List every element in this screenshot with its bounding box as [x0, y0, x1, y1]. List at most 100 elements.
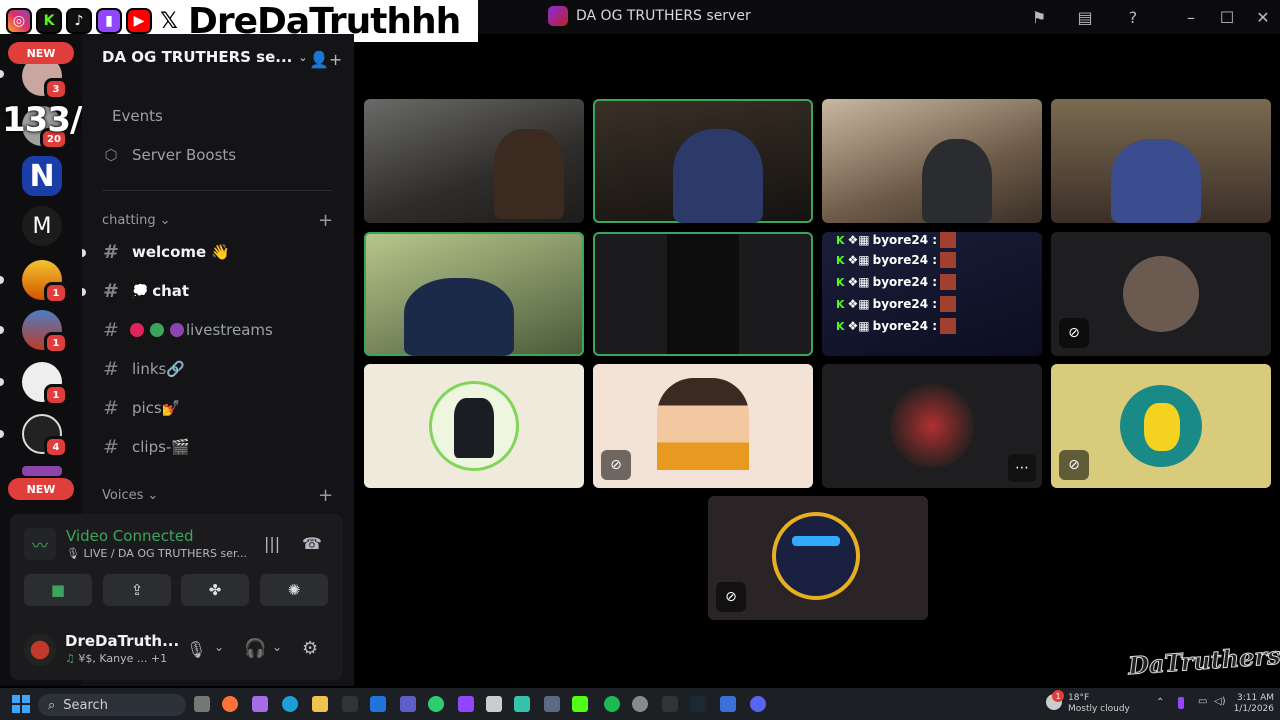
microphone-icon[interactable]: 🎙: [186, 640, 206, 659]
app-icon[interactable]: [544, 696, 560, 712]
clock[interactable]: 3:11 AM 1/1/2026: [1230, 693, 1274, 715]
video-tile[interactable]: [364, 99, 584, 223]
channel-clips[interactable]: # clips-🎬: [100, 433, 190, 461]
app-icon[interactable]: [428, 696, 444, 712]
app-icon[interactable]: [720, 696, 736, 712]
avatar[interactable]: [24, 634, 56, 666]
disconnect-icon[interactable]: ☎: [302, 534, 322, 553]
video-tile[interactable]: ⊘: [1051, 364, 1271, 488]
obs-icon[interactable]: [632, 696, 648, 712]
app-icon[interactable]: [342, 696, 358, 712]
app-icon[interactable]: [514, 696, 530, 712]
participant-avatar: [776, 516, 856, 596]
settings-icon[interactable]: ⚙: [302, 638, 318, 659]
add-channel-icon[interactable]: +: [318, 210, 333, 231]
divider: [102, 190, 332, 191]
tiktok-icon: ♪: [66, 8, 92, 34]
video-tile[interactable]: [1051, 99, 1271, 223]
video-tile[interactable]: [593, 99, 813, 223]
inbox-icon[interactable]: ▤: [1074, 6, 1096, 28]
soundboard-icon: ✺: [287, 581, 301, 599]
video-tile[interactable]: [822, 99, 1042, 223]
chevron-down-icon[interactable]: ⌄: [272, 640, 282, 654]
mention-badge: 1: [44, 332, 68, 354]
copilot-icon[interactable]: [252, 696, 268, 712]
video-tile[interactable]: ⋯: [822, 364, 1042, 488]
camera-button[interactable]: ■: [24, 574, 92, 606]
channel-label: pics💅: [132, 399, 181, 417]
chat-overlay-line: K ❖▦ byore24 :: [836, 318, 957, 334]
minimize-button[interactable]: –: [1180, 6, 1202, 28]
channel-chat[interactable]: # 💭 chat: [100, 277, 189, 305]
voice-status[interactable]: Video Connected: [66, 527, 194, 545]
edge-icon[interactable]: [282, 696, 298, 712]
video-tile[interactable]: ⊘: [593, 364, 813, 488]
new-unreads-pill[interactable]: NEW: [8, 478, 74, 500]
chevron-up-icon[interactable]: ⌃: [1156, 697, 1164, 708]
youtube-icon: ▶: [126, 8, 152, 34]
spotify-icon[interactable]: [604, 696, 620, 712]
close-button[interactable]: ✕: [1252, 6, 1274, 28]
chevron-down-icon[interactable]: ⌄: [214, 640, 224, 654]
screen-share-button[interactable]: ⇪: [103, 574, 171, 606]
flag-icon[interactable]: ⚑: [1028, 6, 1050, 28]
activities-button[interactable]: ✤: [181, 574, 249, 606]
steam-icon[interactable]: [690, 696, 706, 712]
teams-icon[interactable]: [400, 696, 416, 712]
video-tile[interactable]: K ❖▦ byore24 : K ❖▦ byore24 : K ❖▦ byore24 : K…: [822, 232, 1042, 356]
category-chatting[interactable]: chatting ⌄: [102, 213, 171, 228]
soundboard-button[interactable]: ✺: [260, 574, 328, 606]
sidebar-item-events[interactable]: Events: [112, 102, 163, 130]
kick-icon[interactable]: [572, 696, 588, 712]
connection-icon[interactable]: 〰: [24, 528, 56, 560]
channel-welcome[interactable]: # welcome 👋: [100, 238, 230, 266]
noise-suppression-icon[interactable]: |||: [264, 534, 280, 553]
participant-video: [494, 129, 564, 219]
video-tile[interactable]: [593, 232, 813, 356]
search-icon: ⌕: [48, 697, 56, 713]
video-tile[interactable]: ⊘: [708, 496, 928, 620]
voice-channel-name[interactable]: 🎙 LIVE / DA OG TRUTHERS ser...: [66, 547, 247, 560]
add-channel-icon[interactable]: +: [318, 485, 333, 506]
tray-app-icon[interactable]: [1178, 697, 1184, 709]
twitch-icon[interactable]: [458, 696, 474, 712]
server-header[interactable]: DA OG TRUTHERS se... ⌄: [102, 48, 308, 66]
sidebar-item-server-boosts[interactable]: ⬡ Server Boosts: [100, 141, 236, 169]
instagram-icon: ◎: [6, 8, 32, 34]
channel-livestreams[interactable]: # livestreams: [100, 316, 273, 344]
channel-pics[interactable]: # pics💅: [100, 394, 180, 422]
more-options-icon[interactable]: ⋯: [1008, 454, 1036, 482]
server-icon[interactable]: M: [22, 206, 62, 246]
server-icon[interactable]: N: [22, 156, 62, 196]
headphones-icon[interactable]: 🎧: [244, 638, 266, 659]
stream-watermark: DaTruthers: [1127, 640, 1280, 681]
video-tile[interactable]: [364, 232, 584, 356]
unread-pip: [0, 378, 4, 386]
outlook-icon[interactable]: [370, 696, 386, 712]
invite-icon[interactable]: 👤+: [309, 50, 342, 69]
server-icon[interactable]: [22, 466, 62, 476]
maximize-button[interactable]: ☐: [1216, 6, 1238, 28]
username[interactable]: DreDaTruth...: [65, 632, 179, 650]
network-icon[interactable]: ▭: [1198, 696, 1207, 707]
task-view-icon[interactable]: [194, 696, 210, 712]
app-icon[interactable]: [662, 696, 678, 712]
start-icon[interactable]: [12, 695, 30, 713]
channel-links[interactable]: # links🔗: [100, 355, 185, 383]
file-explorer-icon[interactable]: [312, 696, 328, 712]
taskbar-search[interactable]: ⌕ Search: [38, 694, 186, 716]
discord-icon[interactable]: [750, 696, 766, 712]
volume-icon[interactable]: ◁): [1214, 696, 1226, 707]
app-icon[interactable]: [486, 696, 502, 712]
firefox-icon[interactable]: [222, 696, 238, 712]
participant-video: [667, 234, 739, 354]
video-tile[interactable]: [364, 364, 584, 488]
video-off-icon: ⊘: [716, 582, 746, 612]
participant-avatar: [1123, 256, 1199, 332]
category-voices[interactable]: Voices ⌄: [102, 488, 158, 503]
mention-badge: 1: [44, 282, 68, 304]
help-icon[interactable]: ?: [1122, 6, 1144, 28]
new-unreads-pill[interactable]: NEW: [8, 42, 74, 64]
video-tile[interactable]: ⊘: [1051, 232, 1271, 356]
weather-widget[interactable]: 18°F Mostly cloudy: [1068, 693, 1130, 715]
